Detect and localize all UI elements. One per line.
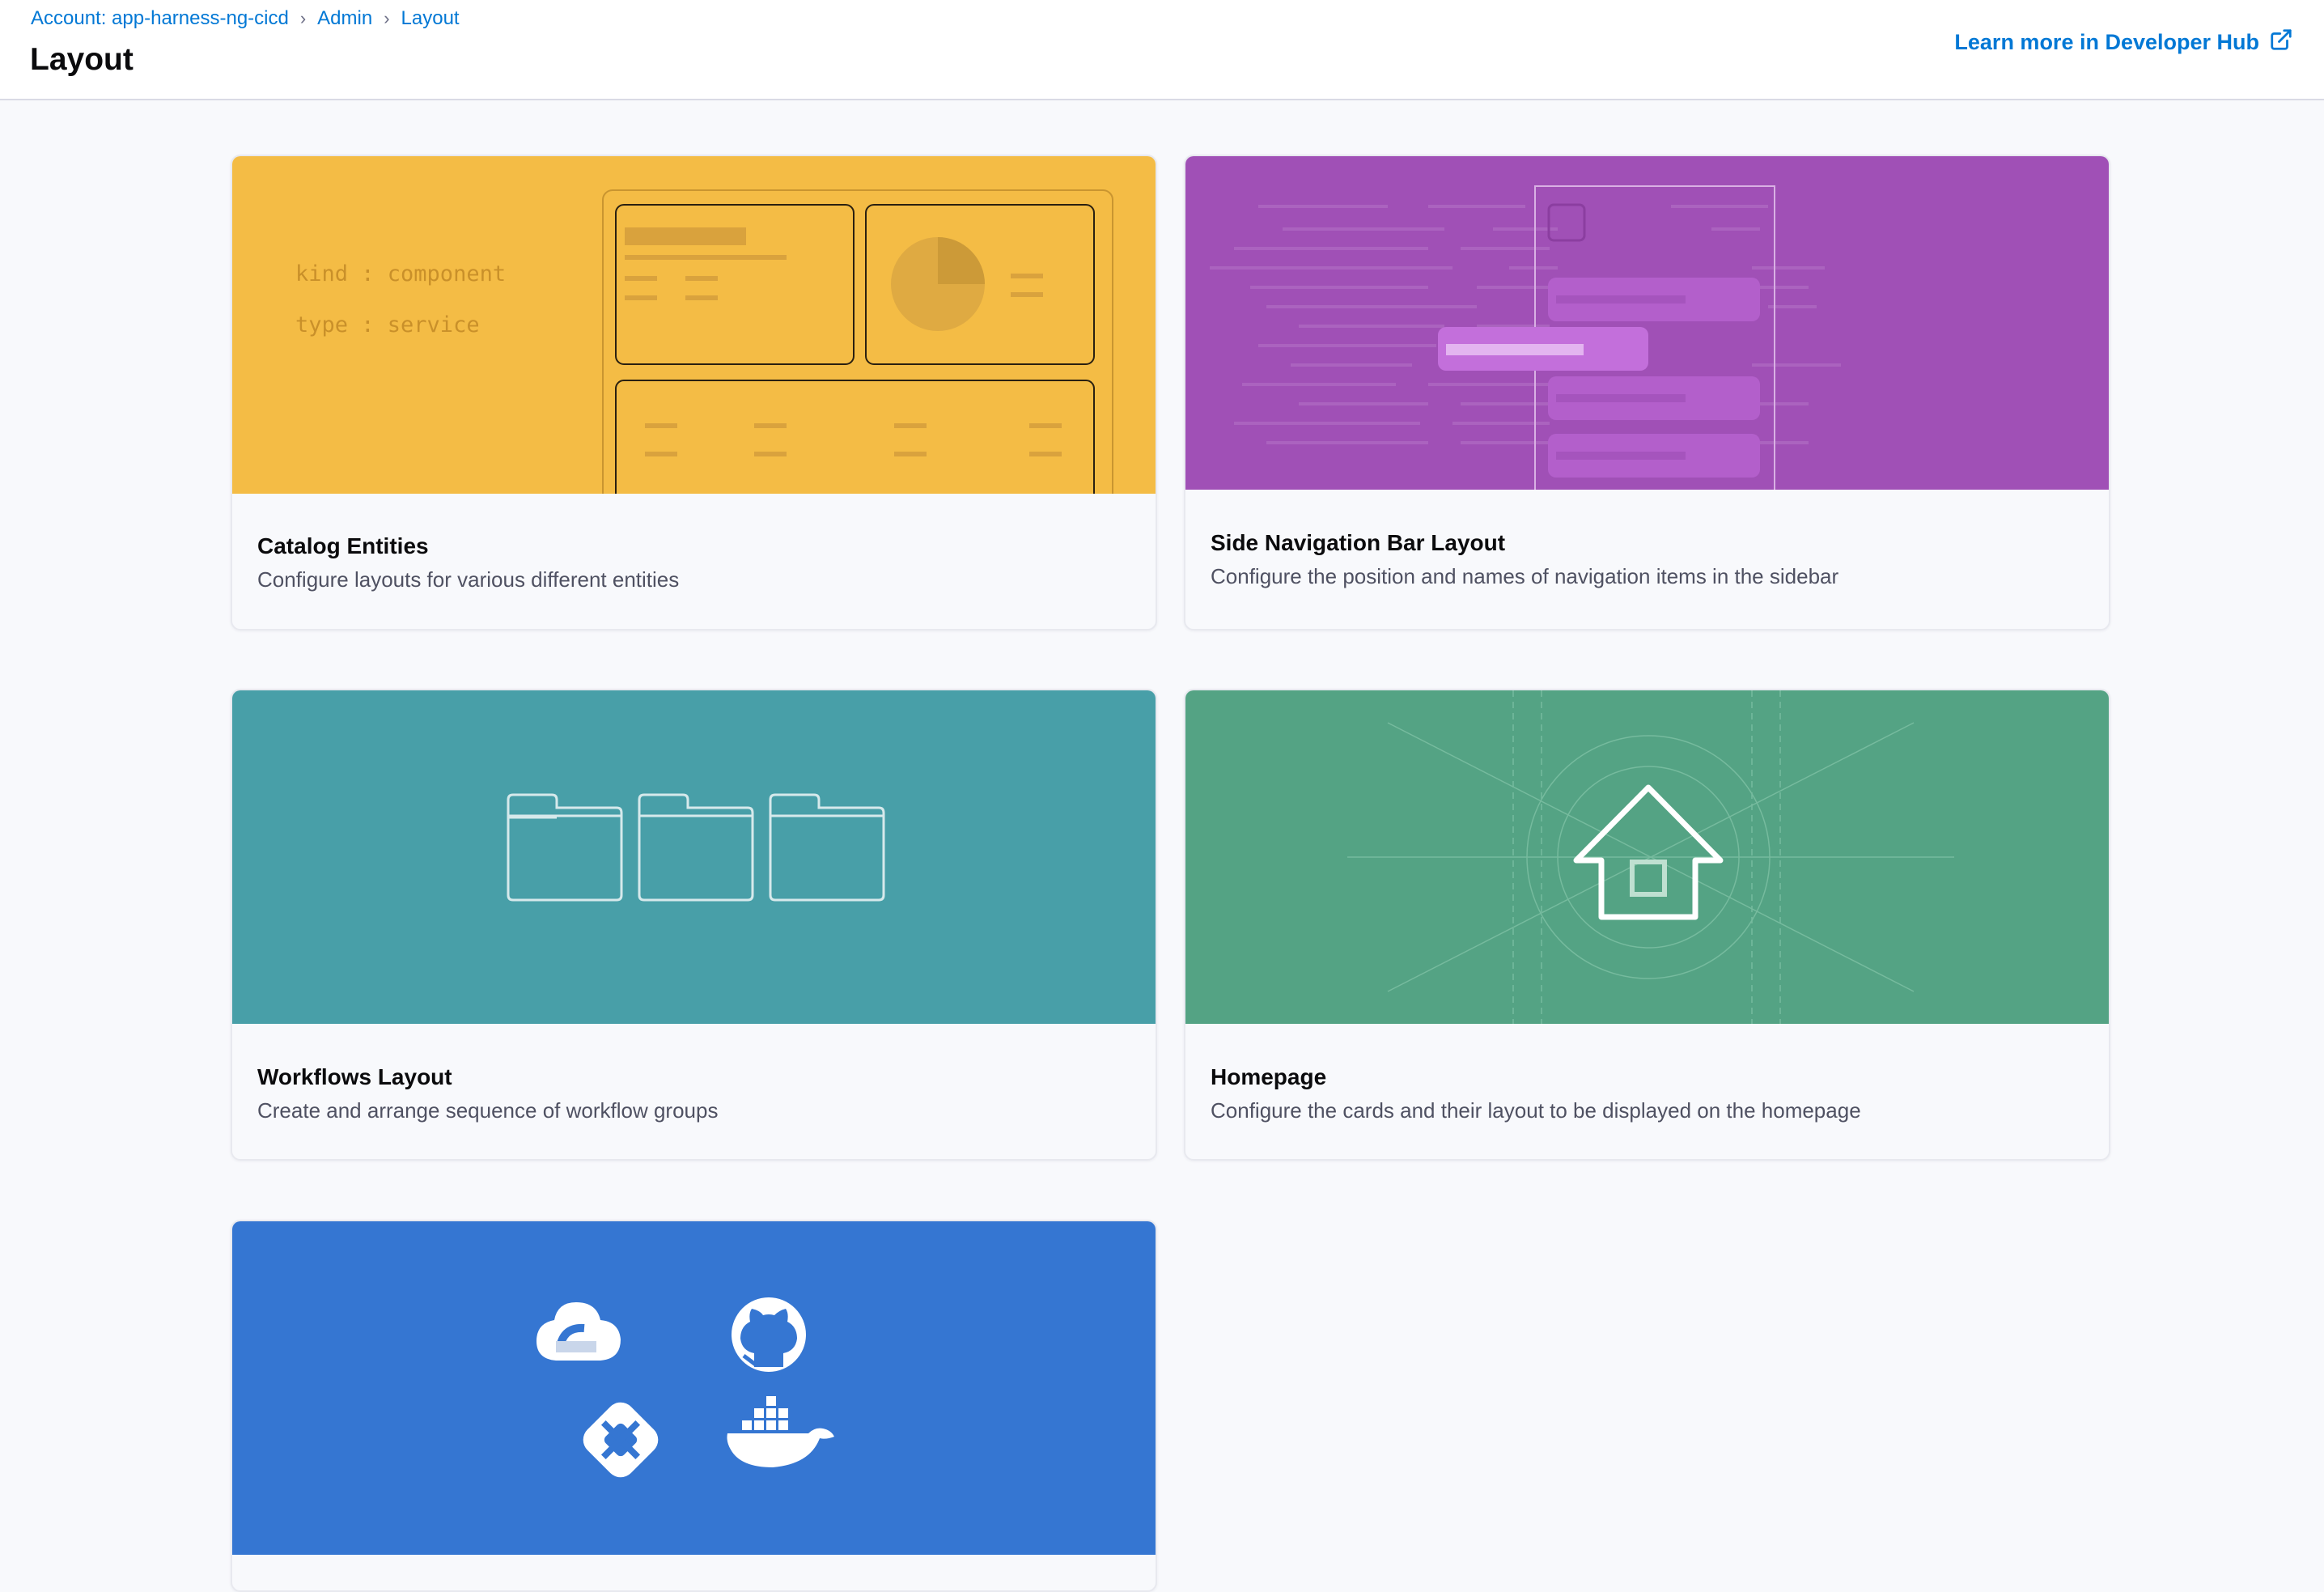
workflows-banner bbox=[232, 690, 1156, 1024]
homepage-card[interactable]: Homepage Configure the cards and their l… bbox=[1184, 689, 2110, 1161]
catalog-entities-card[interactable]: kind : component type : service Catalog … bbox=[231, 155, 1157, 630]
breadcrumb: Account: app-harness-ng-cicd › Admin › L… bbox=[31, 6, 460, 31]
card-title: Workflows Layout bbox=[257, 1064, 452, 1089]
card-description: Configure the cards and their layout to … bbox=[1211, 1098, 1861, 1123]
bitbucket-icon bbox=[583, 1402, 659, 1478]
folder-icon bbox=[507, 793, 885, 902]
integrations-card[interactable] bbox=[231, 1220, 1157, 1592]
card-description: Configure layouts for various different … bbox=[257, 567, 680, 592]
card-description: Configure the position and names of navi… bbox=[1211, 564, 1839, 588]
breadcrumb-admin-link[interactable]: Admin bbox=[317, 7, 372, 30]
docker-icon bbox=[727, 1396, 834, 1467]
learn-more-label: Learn more in Developer Hub bbox=[1954, 30, 2259, 54]
breadcrumb-layout-link[interactable]: Layout bbox=[401, 7, 460, 30]
page-header: Account: app-harness-ng-cicd › Admin › L… bbox=[0, 0, 2324, 100]
home-icon bbox=[1573, 784, 1724, 920]
banner-text-kind: kind : component bbox=[295, 261, 506, 287]
page-title: Layout bbox=[30, 42, 134, 77]
google-cloud-icon bbox=[536, 1302, 621, 1361]
card-title: Catalog Entities bbox=[257, 533, 429, 558]
homepage-banner bbox=[1185, 690, 2109, 1024]
side-navigation-card[interactable]: Side Navigation Bar Layout Configure the… bbox=[1184, 155, 2110, 630]
workflows-layout-card[interactable]: Workflows Layout Create and arrange sequ… bbox=[231, 689, 1157, 1161]
banner-text-type: type : service bbox=[295, 312, 480, 338]
catalog-entities-banner: kind : component type : service bbox=[232, 156, 1156, 494]
learn-more-link[interactable]: Learn more in Developer Hub bbox=[1954, 28, 2293, 57]
card-title: Homepage bbox=[1211, 1064, 1327, 1089]
github-icon bbox=[732, 1297, 806, 1372]
external-link-icon bbox=[2269, 28, 2293, 57]
card-description: Create and arrange sequence of workflow … bbox=[257, 1098, 719, 1123]
breadcrumb-account-link[interactable]: Account: app-harness-ng-cicd bbox=[31, 7, 289, 30]
chevron-right-icon: › bbox=[299, 8, 307, 28]
chevron-right-icon: › bbox=[384, 8, 390, 28]
card-title: Side Navigation Bar Layout bbox=[1211, 530, 1506, 555]
side-navigation-banner bbox=[1185, 156, 2109, 490]
integrations-banner bbox=[232, 1221, 1156, 1555]
